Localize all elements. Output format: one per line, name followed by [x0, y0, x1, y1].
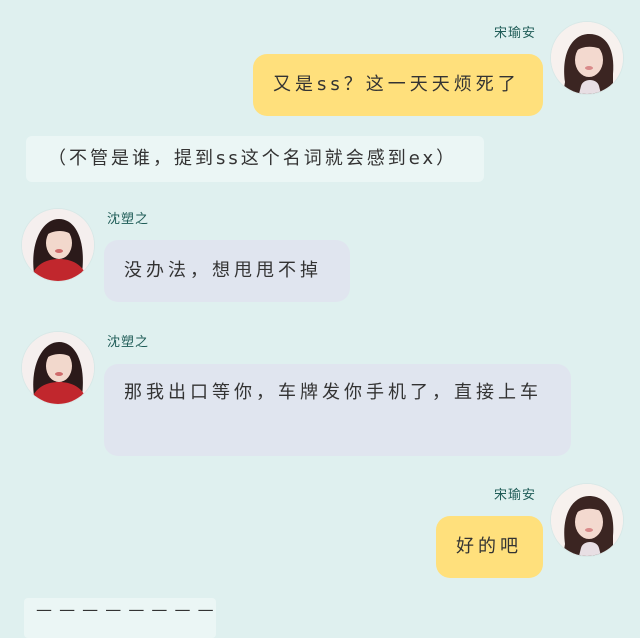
- other-avatar[interactable]: [22, 332, 94, 404]
- message-bubble-self: 好的吧: [436, 516, 543, 578]
- avatar-girl-red-dress-icon: [22, 332, 94, 404]
- scene-divider: — — — — — — — — — — — — —: [24, 598, 216, 638]
- narration-box: （不管是谁，提到ss这个名词就会感到ex）: [26, 136, 484, 182]
- avatar-girl-smiling-icon: [551, 484, 623, 556]
- message-bubble-self: 又是ss？这一天天烦死了: [253, 54, 543, 116]
- message-bubble-other: 那我出口等你，车牌发你手机了，直接上车: [104, 364, 571, 456]
- other-avatar[interactable]: [22, 209, 94, 281]
- self-avatar[interactable]: [551, 484, 623, 556]
- message-bubble-other: 没办法，想甩甩不掉: [104, 240, 350, 302]
- sender-name-other: 沈塑之: [107, 212, 150, 227]
- sender-name-self: 宋瑜安: [493, 26, 536, 41]
- sender-name-other: 沈塑之: [107, 335, 150, 350]
- avatar-girl-smiling-icon: [551, 22, 623, 94]
- sender-name-self: 宋瑜安: [493, 488, 536, 503]
- self-avatar[interactable]: [551, 22, 623, 94]
- avatar-girl-red-dress-icon: [22, 209, 94, 281]
